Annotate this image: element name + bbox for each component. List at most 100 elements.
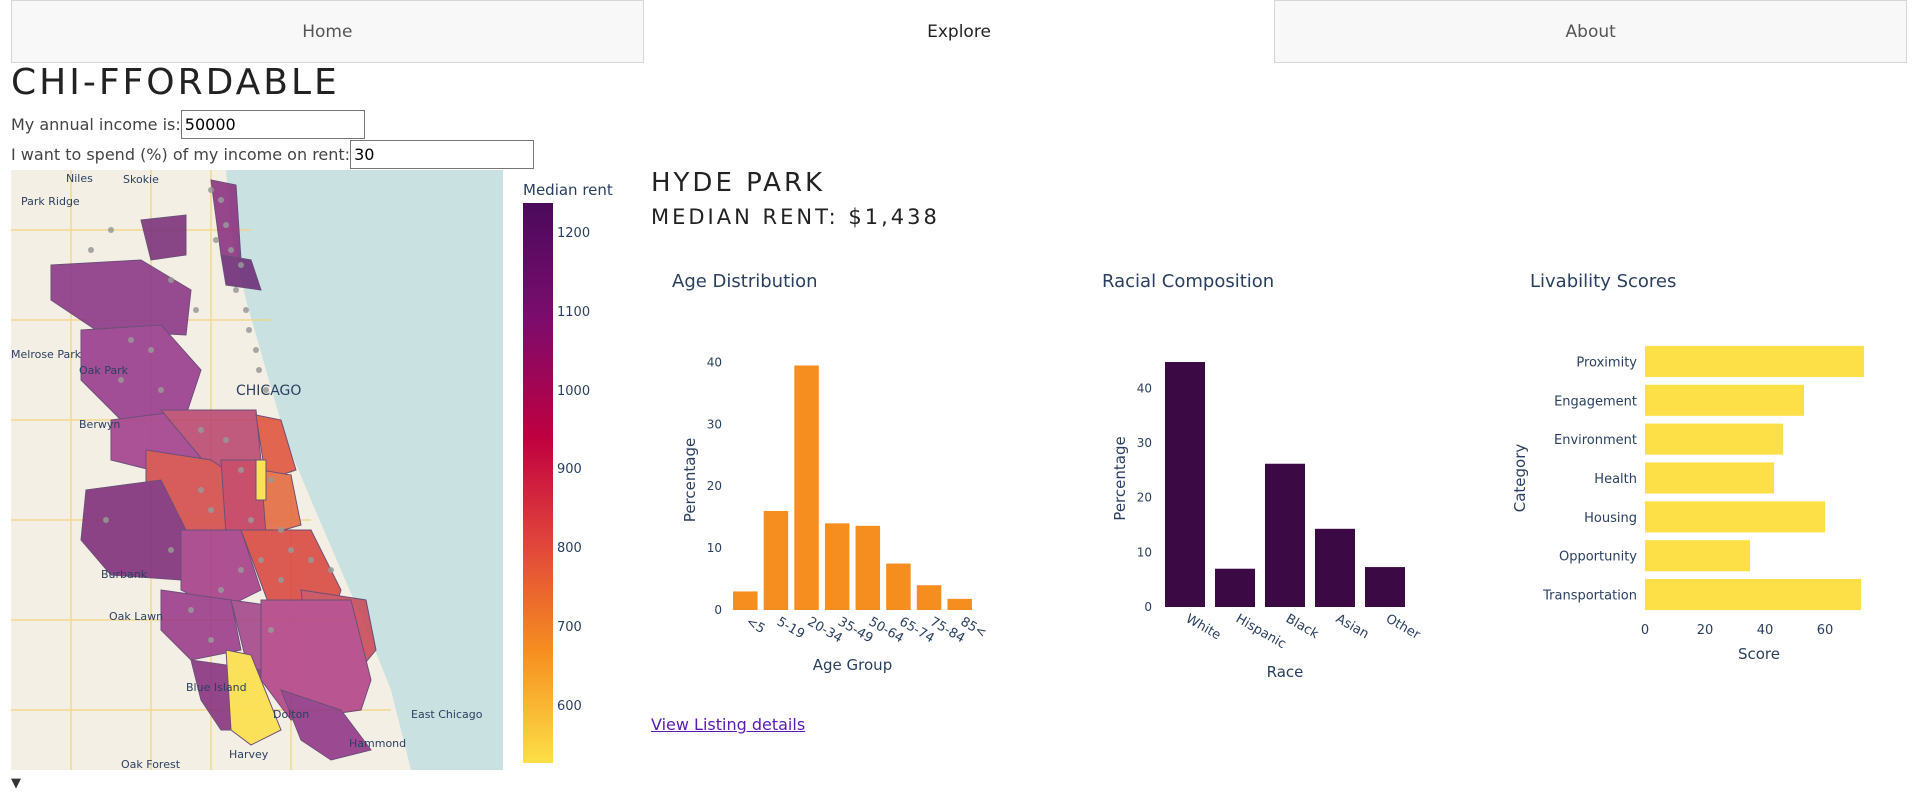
x-tick-label: Black: [1283, 611, 1321, 642]
place-label: Park Ridge: [21, 195, 80, 208]
x-axis-title: Race: [1267, 663, 1304, 681]
percent-label: I want to spend (%) of my income on rent…: [11, 145, 351, 164]
place-label: Harvey: [229, 748, 269, 761]
place-label: Melrose Park: [11, 348, 82, 361]
x-tick-label: White: [1183, 611, 1223, 643]
median-rent: MEDIAN RENT: $1,438: [651, 205, 940, 229]
expand-toggle-icon[interactable]: ▼: [11, 776, 21, 791]
colorbar-title: Median rent: [523, 181, 613, 199]
x-tick-label: 60: [1817, 623, 1834, 638]
x-tick-label: 75-84: [927, 614, 967, 646]
percent-input[interactable]: [350, 140, 535, 169]
y-tick-label: Opportunity: [1559, 550, 1637, 565]
bar: [886, 563, 911, 610]
place-label: Oak Lawn: [109, 610, 163, 623]
neighborhood-area[interactable]: [255, 459, 267, 501]
colorbar-gradient: [523, 203, 553, 763]
place-label: Oak Forest: [121, 758, 181, 770]
bar: [916, 585, 942, 610]
view-listing-link[interactable]: View Listing details: [651, 715, 805, 734]
place-label: Dolton: [273, 708, 309, 721]
x-tick-label: 20-34: [805, 614, 845, 646]
tab-explore[interactable]: Explore: [643, 0, 1275, 63]
y-tick-label: 10: [707, 541, 722, 555]
colorbar-tick: 700: [557, 620, 582, 635]
bar: [1645, 345, 1864, 377]
bar: [824, 523, 850, 610]
bar: [947, 598, 972, 610]
tab-about[interactable]: About: [1274, 0, 1908, 63]
income-label: My annual income is:: [11, 115, 181, 134]
y-tick-label: Health: [1594, 472, 1637, 487]
y-tick-label: 30: [1137, 436, 1152, 450]
x-tick-label: 40: [1757, 623, 1774, 638]
x-tick-label: 50-64: [866, 614, 906, 646]
bar: [855, 525, 881, 610]
x-tick-label: Other: [1383, 611, 1423, 643]
bar: [733, 591, 758, 610]
y-axis-title: Percentage: [681, 438, 699, 522]
place-label: Burbank: [101, 568, 148, 581]
chart-title: Racial Composition: [1102, 271, 1274, 292]
x-axis-title: Age Group: [813, 656, 892, 674]
place-label: Hammond: [349, 737, 406, 750]
percent-row: I want to spend (%) of my income on rent…: [11, 140, 535, 169]
racial-composition-chart: Racial Composition 0 10 20 30 40 White Hispanic…: [1102, 271, 1423, 681]
bar: [1165, 362, 1205, 607]
place-label: Skokie: [123, 173, 159, 186]
colorbar-tick: 1000: [557, 384, 590, 399]
colorbar-tick: 900: [557, 462, 582, 477]
age-distribution-chart: Age Distribution 0 10 20 30 40 <5 5-1920-3435-4…: [672, 271, 989, 674]
bar: [1645, 579, 1861, 611]
x-tick-label: 65-74: [896, 614, 936, 646]
income-row: My annual income is:: [11, 110, 365, 139]
bar: [1645, 540, 1750, 572]
colorbar-tick: 1200: [557, 226, 590, 241]
y-tick-label: 20: [707, 479, 722, 493]
y-tick-label: Transportation: [1542, 589, 1637, 604]
y-axis-title: Percentage: [1111, 436, 1129, 520]
y-tick-label: Engagement: [1554, 394, 1637, 409]
y-tick-label: 40: [707, 355, 722, 369]
bar: [1265, 463, 1305, 607]
place-label: CHICAGO: [236, 383, 301, 399]
place-label: Blue Island: [186, 681, 247, 694]
y-tick-label: 40: [1137, 381, 1152, 395]
app-title: CHI-FFORDABLE: [11, 62, 340, 103]
x-tick-label: Asian: [1333, 611, 1371, 642]
colorbar-tick: 600: [557, 699, 582, 714]
y-tick-label: 20: [1137, 491, 1152, 505]
x-tick-label: Hispanic: [1233, 611, 1288, 652]
chart-title: Age Distribution: [672, 271, 818, 292]
y-tick-label: Proximity: [1576, 355, 1637, 370]
bar: [763, 510, 789, 610]
bar: [1645, 501, 1825, 533]
place-label: Niles: [66, 172, 93, 185]
bar: [1645, 384, 1804, 416]
y-tick-label: 10: [1137, 545, 1152, 559]
place-label: East Chicago: [411, 708, 483, 721]
bar: [794, 365, 819, 610]
x-tick-label: 0: [1641, 623, 1649, 638]
y-tick-label: Housing: [1584, 511, 1637, 526]
bar: [1215, 568, 1255, 607]
y-axis-title: Category: [1511, 444, 1529, 513]
place-label: Oak Park: [79, 364, 129, 377]
chart-title: Livability Scores: [1530, 271, 1676, 292]
x-tick-label: 35-49: [835, 614, 875, 646]
x-tick-label: 5-19: [774, 614, 807, 642]
livability-scores-chart: Livability Scores Proximity Engagement Envi…: [1511, 271, 1864, 663]
colorbar-tick: 800: [557, 541, 582, 556]
income-input[interactable]: [180, 110, 365, 139]
bar: [1315, 528, 1355, 607]
bar: [1645, 462, 1774, 494]
neighborhood-name: HYDE PARK: [651, 168, 826, 198]
tab-home[interactable]: Home: [11, 0, 644, 63]
bar: [1365, 567, 1405, 607]
y-tick-label: 0: [714, 603, 722, 617]
rent-map[interactable]: Niles Skokie Park Ridge Melrose Park Oak…: [11, 170, 503, 770]
colorbar-tick: 1100: [557, 305, 590, 320]
x-tick-label: 20: [1697, 623, 1714, 638]
rent-colorbar: Median rent 1200 1100 1000 900 800 700 6…: [523, 181, 613, 763]
place-label: Berwyn: [79, 418, 120, 431]
